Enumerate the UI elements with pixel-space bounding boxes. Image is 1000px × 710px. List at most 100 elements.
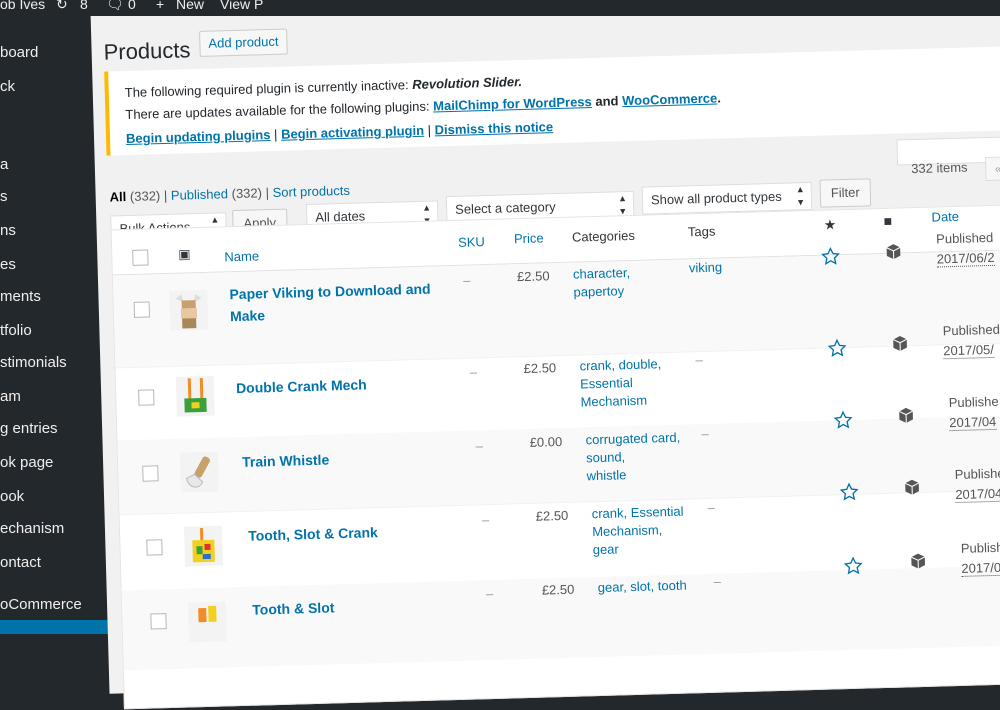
tags-empty: – [695,352,703,368]
column-price[interactable]: Price [514,230,544,246]
date-cell: Publishe 2017/04 [948,393,999,432]
sort-products-link[interactable]: Sort products [272,183,350,200]
thumbnail-column-icon: ▣ [178,246,191,262]
new-content-link[interactable]: New [176,0,204,12]
notice-line-inactive: The following required plugin is current… [124,73,523,101]
date-cell: Published 2017/05/ [942,321,1000,360]
product-name-link[interactable]: Tooth, Slot & Crank [248,519,459,547]
view-published-link[interactable]: Published [171,186,229,203]
begin-updating-link[interactable]: Begin updating plugins [126,127,271,146]
sidebar-item-jetpack[interactable]: ck [0,78,15,95]
sidebar-item-portfolio[interactable]: tfolio [0,322,32,339]
simple-product-box-icon [905,479,919,495]
product-name-link[interactable]: Paper Viking to Download and Make [229,277,440,327]
view-site-link[interactable]: View P [220,0,263,12]
sidebar-item-team[interactable]: am [0,388,21,405]
comments-count[interactable]: 0 [128,0,136,12]
updates-icon[interactable]: ↻ [56,0,68,13]
new-plus-icon[interactable]: + [156,0,164,12]
add-product-button[interactable]: Add product [199,28,288,57]
main-content: Products Add product The following requi… [90,0,1000,710]
column-date[interactable]: Date [931,209,959,225]
mailchimp-plugin-link[interactable]: MailChimp for WordPress [433,94,592,113]
featured-star-icon[interactable] [843,556,864,577]
status-filter-links: All (332) | Published (332) | Sort produ… [109,182,351,205]
sidebar-item-pages[interactable]: s [0,188,8,205]
sku-value: – [469,364,478,380]
categories-list: gear, slot, tooth [597,577,687,596]
column-sku[interactable]: SKU [458,234,485,250]
sidebar-item-dashboard[interactable]: board [0,44,38,61]
sidebar-item-book[interactable]: ook [0,488,24,505]
date-cell: Publishe 2017/0 [960,539,1000,577]
begin-activating-link[interactable]: Begin activating plugin [281,123,424,142]
featured-star-icon[interactable] [820,246,841,267]
categories-list: character, papertoy [572,265,631,300]
row-checkbox[interactable] [138,389,155,406]
price-value: £2.50 [541,581,575,598]
plugin-notice: The following required plugin is current… [104,44,1000,156]
row-checkbox[interactable] [133,301,151,318]
viking-thumbnail[interactable] [169,289,209,331]
category-link[interactable]: slot [630,579,651,595]
category-link[interactable]: whistle [586,467,626,483]
category-link[interactable]: corrugated card [585,430,676,448]
sidebar-item-comments[interactable]: ments [0,288,41,305]
category-link[interactable]: sound [586,449,622,465]
date-cell: Published 2017/06/2 [935,229,995,268]
tooth-slot-thumbnail[interactable] [188,601,228,643]
category-link[interactable]: gear [598,579,624,595]
featured-star-icon[interactable] [833,410,854,431]
woocommerce-plugin-link[interactable]: WooCommerce [622,91,718,109]
category-link[interactable]: crank [579,358,611,374]
items-count: 332 items [910,159,968,177]
sidebar-item-slides[interactable]: es [0,256,16,273]
select-arrows-icon: ▲▼ [795,184,806,208]
column-categories: Categories [571,227,636,245]
category-link[interactable]: papertoy [573,283,624,299]
category-link[interactable]: double [618,356,657,372]
sidebar-item-woocommerce[interactable]: oCommerce [0,596,82,613]
admin-user-name[interactable]: ob Ives [0,0,45,12]
select-all-checkbox[interactable] [132,249,149,266]
sidebar-item-blog-entries[interactable]: g entries [0,420,58,437]
category-link[interactable]: Essential Mechanism [580,375,647,409]
featured-star-icon[interactable] [839,482,860,503]
sidebar-item-testimonials[interactable]: stimonials [0,354,67,371]
category-link[interactable]: tooth [658,578,687,594]
admin-bar: ob Ives ↻ 8 🗨 0 + New View P [0,0,1000,16]
train-whistle-thumbnail[interactable] [179,451,219,493]
simple-product-box-icon [898,407,913,423]
category-link[interactable]: gear [593,541,619,557]
sidebar-item-contact[interactable]: ontact [0,554,41,571]
sidebar-item-media[interactable]: a [0,156,8,173]
price-value: £2.50 [535,507,569,524]
sidebar-item-forms[interactable]: ns [0,222,16,239]
pager-first-button[interactable]: « [984,156,1000,182]
featured-column-star-icon[interactable]: ★ [824,216,837,233]
tags-empty: – [707,499,716,515]
category-link[interactable]: character [573,265,627,281]
sku-value: – [462,272,471,288]
row-checkbox[interactable] [146,539,163,556]
updates-count[interactable]: 8 [80,0,88,12]
sidebar-item-mechanism[interactable]: echanism [0,520,64,537]
sidebar-item-book-page[interactable]: ok page [0,454,53,471]
featured-star-icon[interactable] [827,338,848,359]
view-all-link[interactable]: All [109,189,126,204]
row-checkbox[interactable] [150,613,167,630]
tooth-slot-crank-thumbnail[interactable] [183,525,224,567]
column-tags: Tags [687,223,716,240]
category-link[interactable]: crank [591,505,623,521]
sku-value: – [481,512,490,528]
product-name-link[interactable]: Double Crank Mech [236,371,447,399]
column-name[interactable]: Name [224,248,259,264]
products-table: ▣ Name SKU Price Categories Tags ★ ■ Dat… [110,202,1000,710]
page-title: Products [103,37,191,65]
dismiss-notice-link[interactable]: Dismiss this notice [434,119,553,137]
tag-link[interactable]: viking [689,259,723,275]
comments-icon[interactable]: 🗨 [106,0,124,13]
filter-button[interactable]: Filter [819,178,872,208]
double-crank-thumbnail[interactable] [175,375,215,417]
row-checkbox[interactable] [142,465,159,482]
